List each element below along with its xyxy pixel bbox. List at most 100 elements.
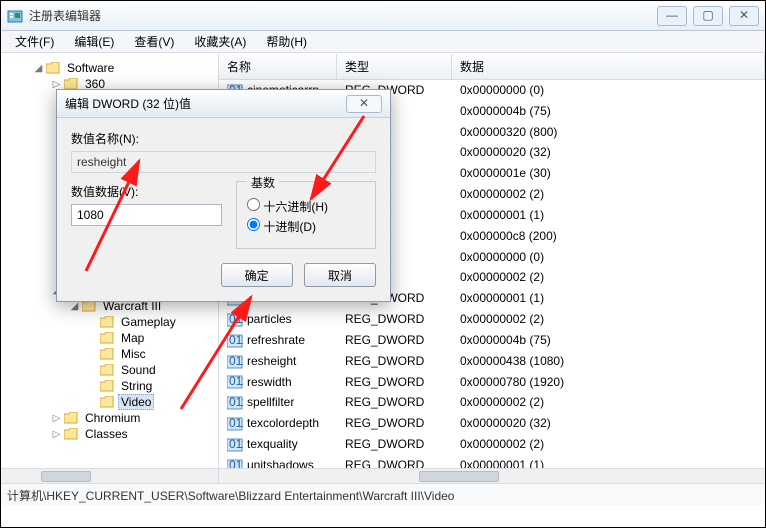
tree-hscroll-thumb[interactable] (41, 471, 91, 482)
value-name-label: 数值名称(N): (71, 130, 376, 147)
value-name: particles (247, 312, 292, 326)
list-hscroll[interactable] (219, 468, 765, 483)
radix-hex-option[interactable]: 十六进制(H) (247, 198, 365, 215)
col-data[interactable]: 数据 (452, 54, 765, 79)
value-data: 0x00000002 (2) (452, 269, 765, 286)
value-name: spellfilter (247, 395, 294, 409)
tree-node-label[interactable]: String (118, 378, 155, 394)
cancel-button[interactable]: 取消 (304, 263, 376, 287)
tree-node-software[interactable]: ◢ Software (3, 60, 218, 76)
tree-node-sound[interactable]: Sound (3, 362, 218, 378)
value-name: texcolordepth (247, 416, 319, 430)
value-data: 0x00000438 (1080) (452, 353, 765, 370)
minimize-button[interactable]: — (657, 6, 687, 26)
menu-edit[interactable]: 编辑(E) (66, 31, 122, 52)
value-type: REG_DWORD (337, 311, 452, 328)
menu-fav[interactable]: 收藏夹(A) (186, 31, 254, 52)
menu-help[interactable]: 帮助(H) (258, 31, 315, 52)
value-data: 0x00000000 (0) (452, 249, 765, 266)
table-row[interactable]: 011texcolordepthREG_DWORD0x00000020 (32) (219, 413, 765, 434)
table-row[interactable]: 011 reswidth REG_DWORD0x00000780 (1920) (219, 372, 765, 393)
tree-hscroll[interactable] (1, 468, 218, 483)
table-row[interactable]: 011particlesREG_DWORD0x00000002 (2) (219, 309, 765, 330)
folder-icon (100, 380, 114, 392)
list-hscroll-thumb[interactable] (419, 471, 499, 482)
tree-node-label[interactable]: Chromium (82, 410, 143, 426)
value-name: texquality (247, 437, 298, 451)
value-data: 0x00000002 (2) (452, 394, 765, 411)
col-name[interactable]: 名称 (219, 54, 337, 79)
svg-text:011: 011 (229, 438, 243, 451)
value-data: 0x00000780 (1920) (452, 374, 765, 391)
tree-node-map[interactable]: Map (3, 330, 218, 346)
table-row[interactable]: 011texqualityREG_DWORD0x00000002 (2) (219, 434, 765, 455)
table-row[interactable]: 011 spellfilter REG_DWORD0x00000002 (2) (219, 392, 765, 413)
radix-dec-option[interactable]: 十进制(D) (247, 218, 365, 235)
tree-node-label[interactable]: Sound (118, 362, 159, 378)
value-type: REG_DWORD (337, 394, 452, 411)
value-type: REG_DWORD (337, 332, 452, 349)
value-type: REG_DWORD (337, 353, 452, 370)
dialog-titlebar[interactable]: 编辑 DWORD (32 位)值 ✕ (57, 90, 390, 118)
svg-text:011: 011 (229, 334, 243, 347)
tree-node-label[interactable]: Video (118, 394, 154, 410)
value-data: 0x00000020 (32) (452, 415, 765, 432)
list-header: 名称 类型 数据 (219, 54, 765, 80)
dword-icon: 011 (227, 375, 243, 389)
menubar: 文件(F) 编辑(E) 查看(V) 收藏夹(A) 帮助(H) (1, 31, 765, 53)
menu-view[interactable]: 查看(V) (126, 31, 182, 52)
value-data-input[interactable] (71, 204, 222, 226)
titlebar: 注册表编辑器 — ▢ ✕ (1, 1, 765, 31)
value-data: 0x00000320 (800) (452, 124, 765, 141)
svg-text:011: 011 (229, 375, 243, 388)
tree-node-label[interactable]: Map (118, 330, 147, 346)
table-row[interactable]: 011resheightREG_DWORD0x00000438 (1080) (219, 351, 765, 372)
expander-icon[interactable]: ▷ (51, 79, 62, 90)
tree-node-classes[interactable]: ▷ Classes (3, 426, 218, 442)
tree-node-label[interactable]: Misc (118, 346, 149, 362)
svg-text:011: 011 (229, 396, 243, 409)
tree-node-video[interactable]: Video (3, 394, 218, 410)
table-row[interactable]: 011refreshrateREG_DWORD0x0000004b (75) (219, 330, 765, 351)
tree-node-chromium[interactable]: ▷ Chromium (3, 410, 218, 426)
maximize-button[interactable]: ▢ (693, 6, 723, 26)
expander-icon[interactable]: ◢ (33, 63, 44, 74)
statusbar: 计算机\HKEY_CURRENT_USER\Software\Blizzard … (1, 483, 765, 505)
value-data: 0x00000020 (32) (452, 144, 765, 161)
tree-node-label[interactable]: Gameplay (118, 314, 179, 330)
folder-icon (100, 332, 114, 344)
window-buttons: — ▢ ✕ (657, 6, 759, 26)
value-name-display: resheight (71, 151, 376, 173)
value-data: 0x00000001 (1) (452, 290, 765, 307)
svg-text:011: 011 (229, 313, 243, 326)
col-type[interactable]: 类型 (337, 54, 452, 79)
tree-node-label[interactable]: Software (64, 60, 117, 76)
menu-file[interactable]: 文件(F) (7, 31, 62, 52)
value-data: 0x0000001e (30) (452, 165, 765, 182)
tree-node-misc[interactable]: Misc (3, 346, 218, 362)
ok-button[interactable]: 确定 (221, 263, 293, 287)
tree-node-label[interactable]: Classes (82, 426, 131, 442)
dword-icon: 011 (227, 313, 243, 327)
close-button[interactable]: ✕ (729, 6, 759, 26)
radix-legend: 基数 (247, 174, 279, 191)
tree-node-gameplay[interactable]: Gameplay (3, 314, 218, 330)
value-data-label: 数值数据(V): (71, 183, 222, 200)
folder-icon (100, 316, 114, 328)
value-data: 0x0000004b (75) (452, 103, 765, 120)
dword-icon: 011 (227, 334, 243, 348)
value-type: REG_DWORD (337, 374, 452, 391)
value-type: REG_DWORD (337, 436, 452, 453)
tree-node-string[interactable]: String (3, 378, 218, 394)
value-name: reswidth (247, 375, 292, 389)
window-title: 注册表编辑器 (29, 7, 657, 24)
dialog-close-button[interactable]: ✕ (346, 95, 382, 113)
folder-icon (100, 396, 114, 408)
dword-icon: 011 (227, 396, 243, 410)
expander-icon[interactable]: ▷ (51, 413, 62, 424)
folder-icon (64, 412, 78, 424)
radix-fieldset: 基数 十六进制(H) 十进制(D) (236, 181, 376, 249)
expander-icon[interactable]: ▷ (51, 429, 62, 440)
expander-icon[interactable]: ◢ (69, 301, 80, 312)
value-data: 0x00000002 (2) (452, 186, 765, 203)
